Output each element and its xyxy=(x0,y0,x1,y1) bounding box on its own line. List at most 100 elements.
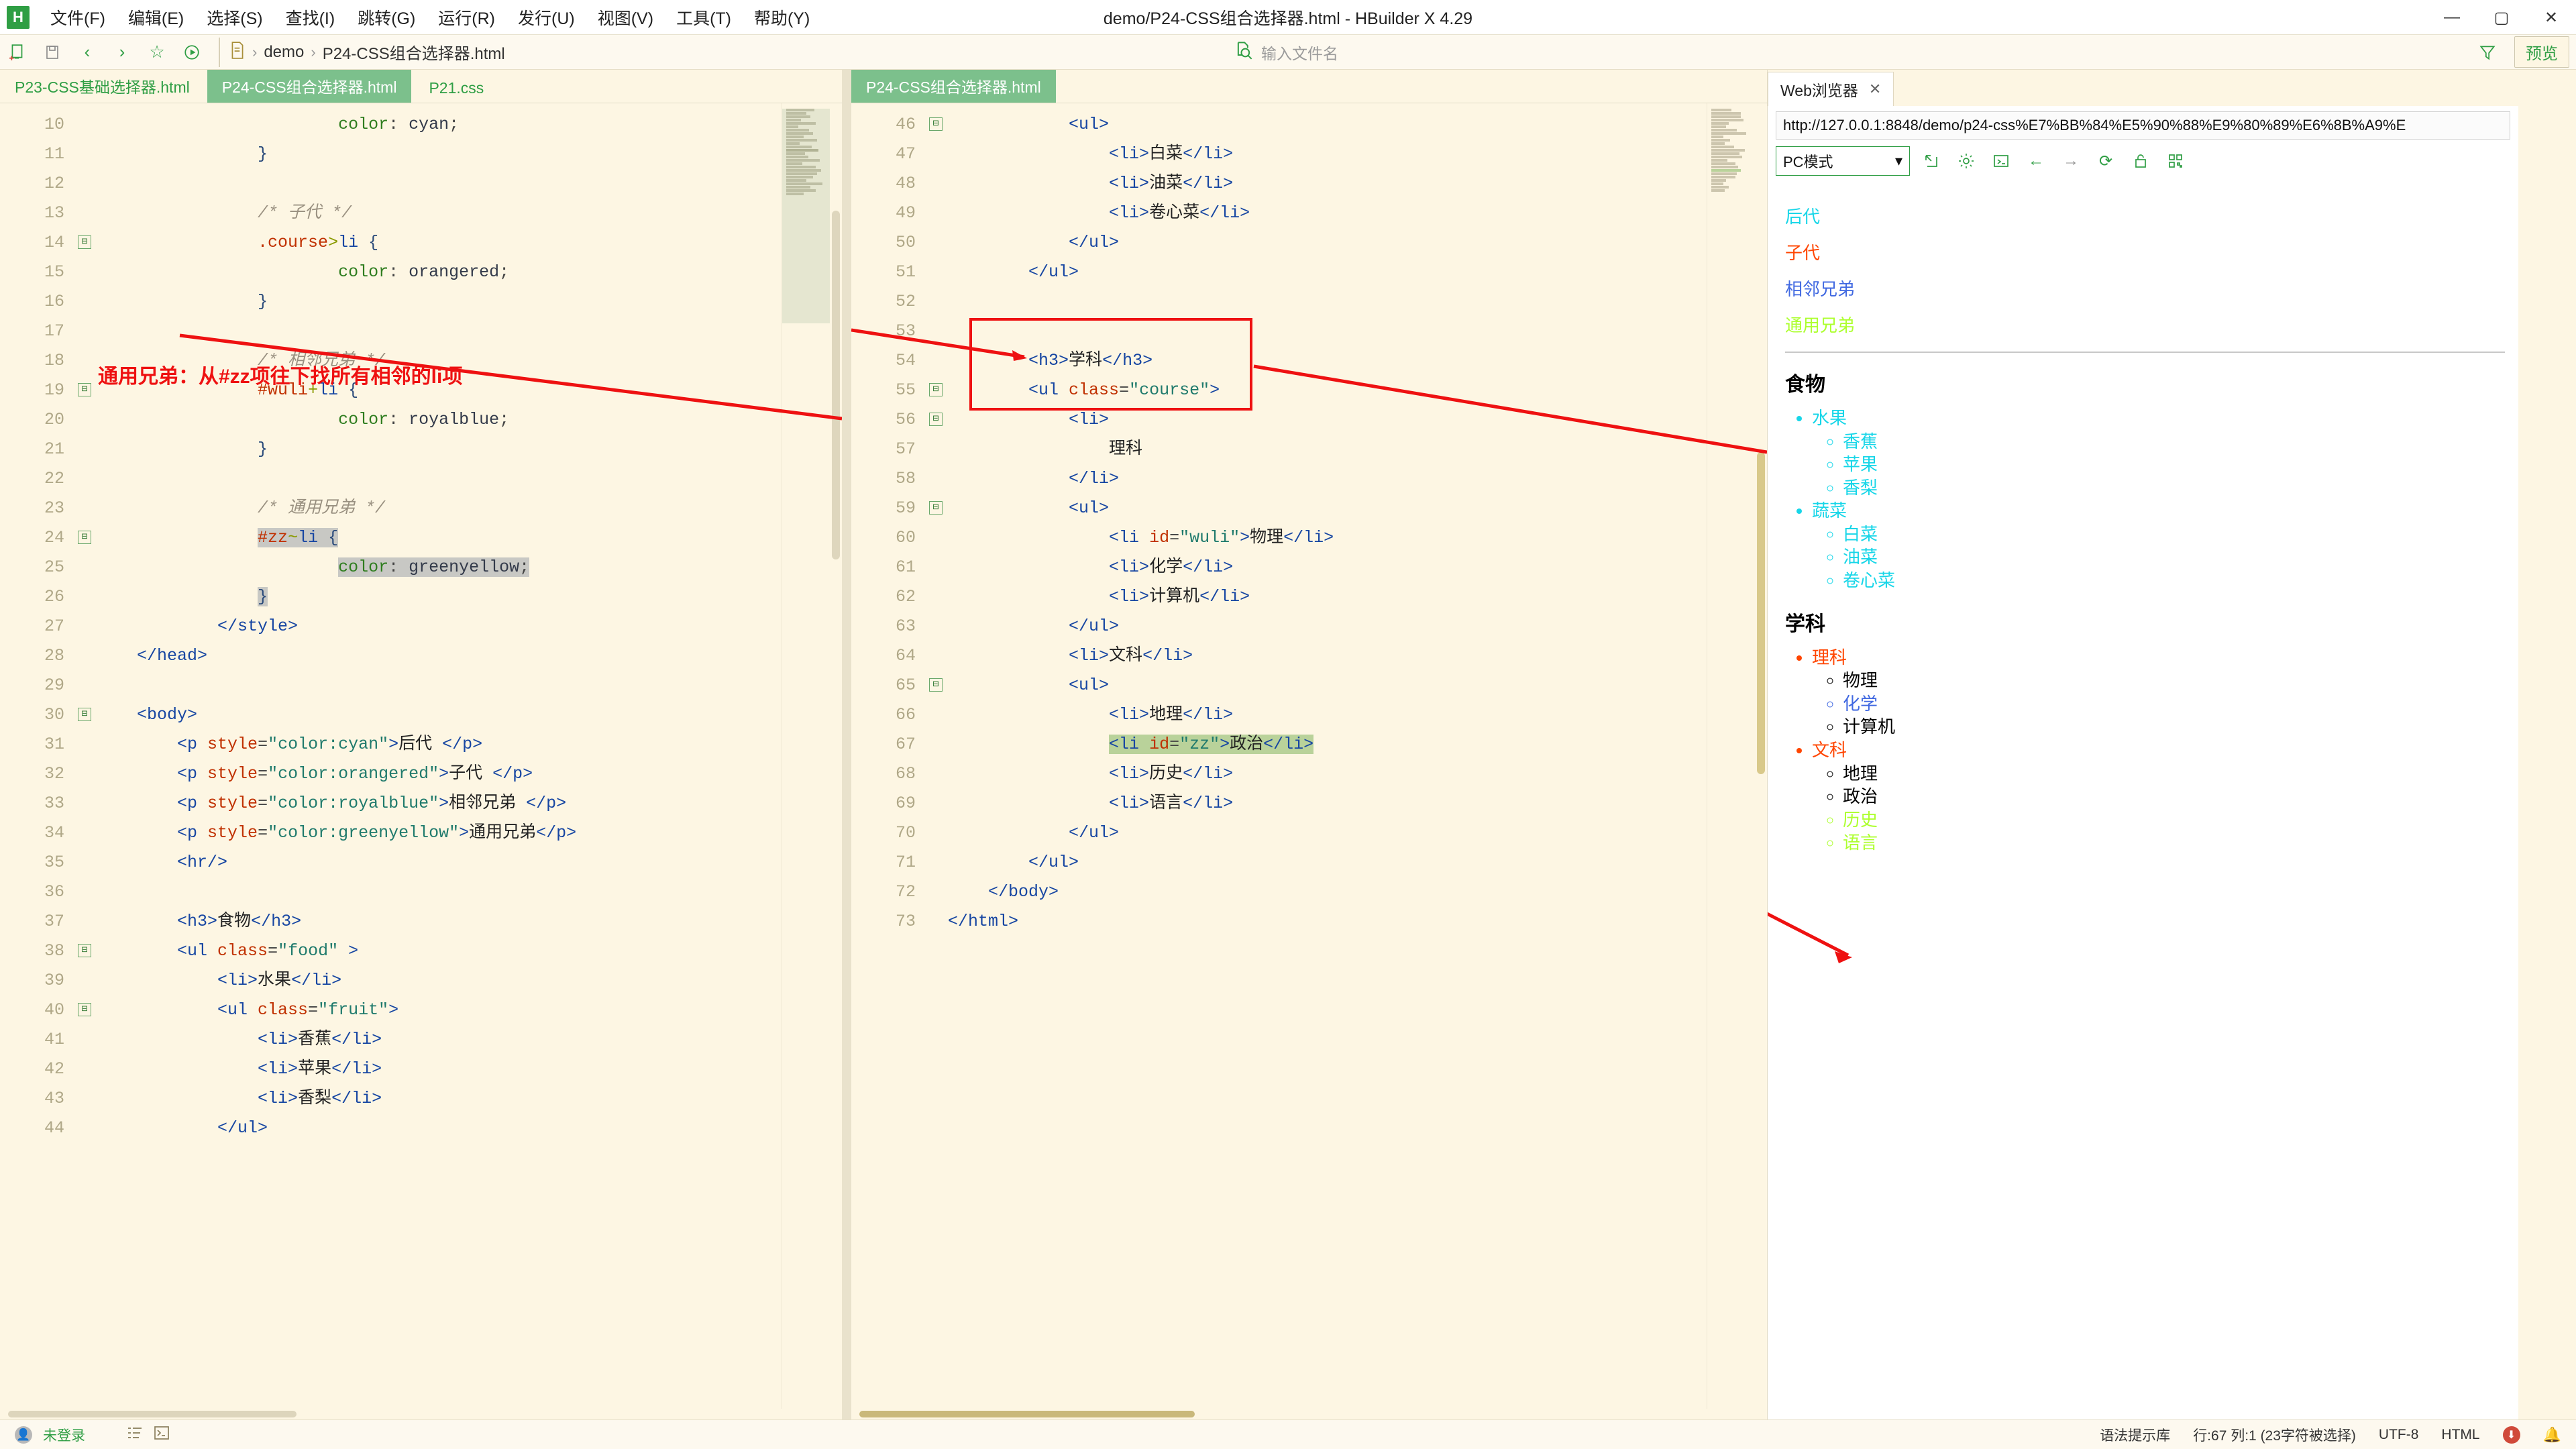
code-line[interactable]: color: orangered; xyxy=(97,258,782,287)
menu-run[interactable]: 运行(R) xyxy=(427,1,506,34)
code-line[interactable]: #wuli+li { xyxy=(97,376,782,405)
editor-scrollbar-left[interactable] xyxy=(830,103,842,1409)
code-area-left[interactable]: 10 11 12 13 14 ⊟ 15 16 17 18 19 ⊟ 20 21 22 23 24 ⊟ 25 26 27 2… xyxy=(0,103,782,1409)
qrcode-icon[interactable] xyxy=(2162,149,2189,173)
rendered-page-view[interactable]: 后代子代相邻兄弟通用兄弟食物水果香蕉苹果香梨蔬菜白菜油菜卷心菜学科理科物理化学计… xyxy=(1768,182,2518,1419)
fold-bar-right[interactable] xyxy=(925,103,948,1409)
code-line[interactable]: <li>化学</li> xyxy=(948,553,1707,582)
code-line[interactable]: <ul class="fruit"> xyxy=(97,996,782,1025)
new-file-icon[interactable] xyxy=(0,38,35,67)
code-line[interactable]: <li>油菜</li> xyxy=(948,169,1707,199)
code-line[interactable]: <li>香蕉</li> xyxy=(97,1025,782,1055)
external-window-icon[interactable] xyxy=(1918,149,1945,173)
download-icon[interactable]: ⬇ xyxy=(2502,1426,2520,1444)
code-line[interactable]: <hr/> xyxy=(97,848,782,877)
editor-hscroll-right[interactable] xyxy=(851,1409,1767,1419)
code-line[interactable]: 理科 xyxy=(948,435,1707,464)
code-line[interactable]: </body> xyxy=(948,877,1707,907)
editor-hscroll-left[interactable] xyxy=(0,1409,842,1419)
code-line[interactable]: <ul> xyxy=(948,494,1707,523)
code-line[interactable]: color: royalblue; xyxy=(97,405,782,435)
tab-p24-css-combinator[interactable]: P24-CSS组合选择器.html xyxy=(207,69,412,103)
close-button[interactable]: ✕ xyxy=(2526,0,2576,35)
tab-p21-css[interactable]: P21.css xyxy=(414,74,498,103)
forward-arrow-icon[interactable]: → xyxy=(2057,149,2084,173)
code-line[interactable]: </ul> xyxy=(97,1114,782,1143)
code-line[interactable] xyxy=(948,287,1707,317)
code-line[interactable]: <ul> xyxy=(948,110,1707,140)
code-line[interactable] xyxy=(97,877,782,907)
reload-icon[interactable]: ⟳ xyxy=(2092,149,2119,173)
menu-help[interactable]: 帮助(Y) xyxy=(743,1,821,34)
close-icon[interactable]: ✕ xyxy=(1869,80,1881,98)
code-line[interactable]: color: cyan; xyxy=(97,110,782,140)
pane-splitter[interactable] xyxy=(842,70,851,1419)
editor-body-left[interactable]: 10 11 12 13 14 ⊟ 15 16 17 18 19 ⊟ 20 21 22 23 24 ⊟ 25 26 27 2… xyxy=(0,103,842,1409)
encoding-label[interactable]: UTF-8 xyxy=(2379,1427,2419,1443)
preview-button[interactable]: 预览 xyxy=(2514,36,2569,68)
code-line[interactable]: <h3>学科</h3> xyxy=(948,346,1707,376)
code-line[interactable]: #zz~li { xyxy=(97,523,782,553)
tab-p24-css-combinator-right[interactable]: P24-CSS组合选择器.html xyxy=(851,69,1056,103)
settings-gear-icon[interactable] xyxy=(1953,149,1980,173)
code-line[interactable]: </ul> xyxy=(948,612,1707,641)
code-line[interactable] xyxy=(97,317,782,346)
editor-scrollbar-right[interactable] xyxy=(1755,103,1767,1409)
bell-icon[interactable]: 🔔 xyxy=(2543,1426,2561,1444)
code-line[interactable]: <p style="color:cyan">后代 </p> xyxy=(97,730,782,759)
code-line[interactable] xyxy=(97,464,782,494)
code-line[interactable]: <li>水果</li> xyxy=(97,966,782,996)
code-line[interactable]: <ul> xyxy=(948,671,1707,700)
code-line[interactable]: <li>卷心菜</li> xyxy=(948,199,1707,228)
minimap-right[interactable] xyxy=(1707,103,1755,1409)
file-search[interactable]: 输入文件名 xyxy=(1234,41,1338,64)
save-icon[interactable] xyxy=(35,38,70,67)
terminal-icon[interactable] xyxy=(154,1426,170,1444)
menu-publish[interactable]: 发行(U) xyxy=(506,1,586,34)
code-line[interactable]: color: greenyellow; xyxy=(97,553,782,582)
menu-tools[interactable]: 工具(T) xyxy=(665,1,743,34)
outline-icon[interactable] xyxy=(127,1426,143,1444)
favorite-icon[interactable]: ☆ xyxy=(140,38,174,67)
code-line[interactable]: </head> xyxy=(97,641,782,671)
code-line[interactable]: <li>文科</li> xyxy=(948,641,1707,671)
cursor-position[interactable]: 行:67 列:1 (23字符被选择) xyxy=(2193,1425,2356,1445)
code-line[interactable]: </ul> xyxy=(948,258,1707,287)
code-line[interactable]: <li>白菜</li> xyxy=(948,140,1707,169)
code-line[interactable]: .course>li { xyxy=(97,228,782,258)
code-line[interactable]: <h3>食物</h3> xyxy=(97,907,782,936)
fold-bar-left[interactable] xyxy=(74,103,97,1409)
code-line[interactable]: } xyxy=(97,582,782,612)
code-line[interactable]: <li>地理</li> xyxy=(948,700,1707,730)
minimize-button[interactable]: — xyxy=(2427,0,2477,35)
code-line[interactable]: <p style="color:greenyellow">通用兄弟</p> xyxy=(97,818,782,848)
code-line[interactable] xyxy=(948,317,1707,346)
language-mode-label[interactable]: HTML xyxy=(2441,1427,2479,1443)
menu-edit[interactable]: 编辑(E) xyxy=(117,1,195,34)
code-line[interactable]: /* 相邻兄弟 */ xyxy=(97,346,782,376)
code-line[interactable]: /* 子代 */ xyxy=(97,199,782,228)
lock-icon[interactable] xyxy=(2127,149,2154,173)
code-line[interactable] xyxy=(97,671,782,700)
code-line[interactable]: } xyxy=(97,140,782,169)
code-line[interactable]: <li>香梨</li> xyxy=(97,1084,782,1114)
code-line[interactable]: <p style="color:orangered">子代 </p> xyxy=(97,759,782,789)
menu-view[interactable]: 视图(V) xyxy=(586,1,665,34)
code-line[interactable]: <li>计算机</li> xyxy=(948,582,1707,612)
code-line[interactable]: </li> xyxy=(948,464,1707,494)
code-line[interactable]: <p style="color:royalblue">相邻兄弟 </p> xyxy=(97,789,782,818)
breadcrumb-file[interactable]: P24-CSS组合选择器.html xyxy=(323,40,505,64)
back-icon[interactable]: ‹ xyxy=(70,38,105,67)
code-line[interactable]: </html> xyxy=(948,907,1707,936)
editor-body-right[interactable]: 46 ⊟ 47 48 49 50 51 52 53 54 55 ⊟ 56 ⊟ 57 58 59 ⊟ 60 61 62 63… xyxy=(851,103,1767,1409)
menu-find[interactable]: 查找(I) xyxy=(274,1,347,34)
console-icon[interactable] xyxy=(1988,149,2015,173)
browser-tab[interactable]: Web浏览器 ✕ xyxy=(1768,72,1894,106)
syntax-library-label[interactable]: 语法提示库 xyxy=(2100,1425,2170,1445)
code-area-right[interactable]: 46 ⊟ 47 48 49 50 51 52 53 54 55 ⊟ 56 ⊟ 57 58 59 ⊟ 60 61 62 63… xyxy=(851,103,1707,1409)
code-line[interactable]: } xyxy=(97,287,782,317)
code-line[interactable]: } xyxy=(97,435,782,464)
login-status[interactable]: 未登录 xyxy=(43,1425,85,1445)
url-input[interactable]: http://127.0.0.1:8848/demo/p24-css%E7%BB… xyxy=(1776,111,2510,140)
code-content-left[interactable]: color: cyan; } /* 子代 */ .course>li { col… xyxy=(97,103,782,1409)
